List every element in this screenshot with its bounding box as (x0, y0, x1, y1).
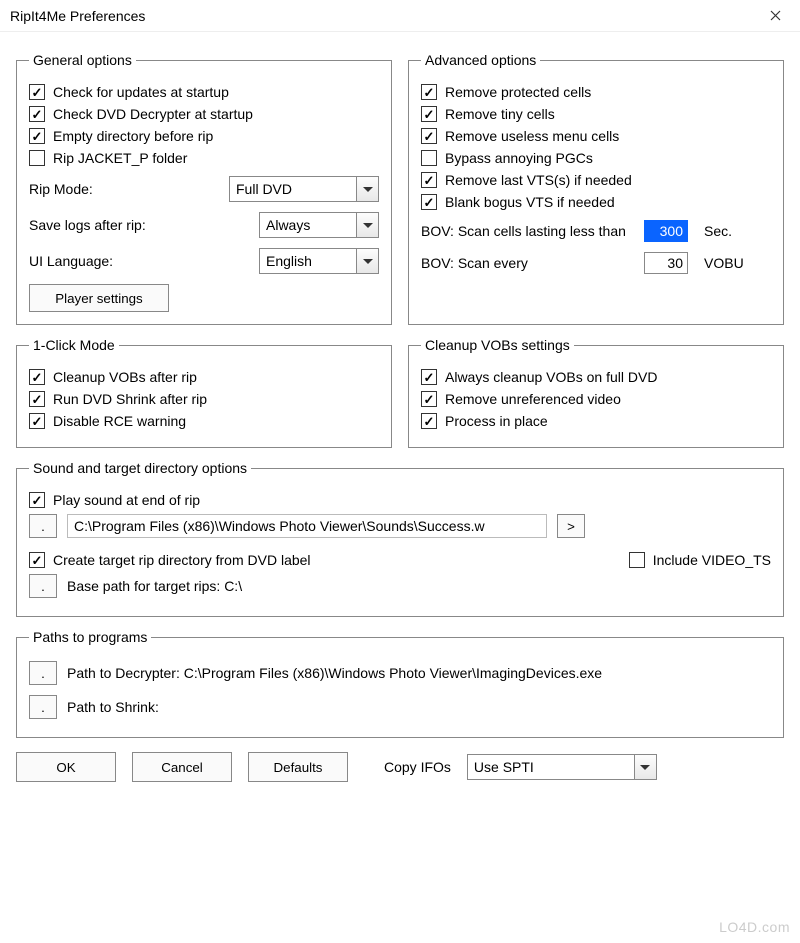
save-logs-value: Always (260, 217, 356, 233)
check-updates-checkbox[interactable] (29, 84, 45, 100)
ui-lang-label: UI Language: (29, 253, 113, 269)
remove-useless-checkbox[interactable] (421, 128, 437, 144)
cleanup-vobs-label[interactable]: Cleanup VOBs after rip (53, 369, 197, 385)
oneclick-legend: 1-Click Mode (29, 337, 119, 353)
play-sound-label[interactable]: Play sound at end of rip (53, 492, 200, 508)
general-group: General options Check for updates at sta… (16, 52, 392, 325)
include-video-ts-label[interactable]: Include VIDEO_TS (653, 552, 771, 568)
remove-useless-label[interactable]: Remove useless menu cells (445, 128, 619, 144)
play-sound-button[interactable]: > (557, 514, 585, 538)
run-shrink-checkbox[interactable] (29, 391, 45, 407)
rip-jacket-checkbox[interactable] (29, 150, 45, 166)
bov-scan-input[interactable] (644, 220, 688, 242)
pick-base-path-button[interactable]: . (29, 574, 57, 598)
bov-every-unit: VOBU (704, 255, 749, 271)
copy-ifos-select[interactable]: Use SPTI (467, 754, 657, 780)
run-shrink-label[interactable]: Run DVD Shrink after rip (53, 391, 207, 407)
remove-unref-checkbox[interactable] (421, 391, 437, 407)
paths-legend: Paths to programs (29, 629, 151, 645)
dropdown-icon (634, 755, 656, 779)
general-legend: General options (29, 52, 136, 68)
defaults-button[interactable]: Defaults (248, 752, 348, 782)
remove-protected-checkbox[interactable] (421, 84, 437, 100)
button-bar: OK Cancel Defaults Copy IFOs Use SPTI (16, 752, 784, 782)
dropdown-icon (356, 213, 378, 237)
bov-scan-unit: Sec. (704, 223, 749, 239)
player-settings-button[interactable]: Player settings (29, 284, 169, 312)
disable-rce-label[interactable]: Disable RCE warning (53, 413, 186, 429)
watermark: LO4D.com (719, 919, 790, 935)
dropdown-icon (356, 249, 378, 273)
window-title: RipIt4Me Preferences (10, 8, 145, 24)
save-logs-select[interactable]: Always (259, 212, 379, 238)
remove-tiny-label[interactable]: Remove tiny cells (445, 106, 555, 122)
bov-every-label: BOV: Scan every (421, 255, 636, 271)
decrypter-path-label: Path to Decrypter: C:\Program Files (x86… (67, 665, 602, 681)
remove-tiny-checkbox[interactable] (421, 106, 437, 122)
blank-bogus-checkbox[interactable] (421, 194, 437, 210)
process-in-place-label[interactable]: Process in place (445, 413, 548, 429)
remove-protected-label[interactable]: Remove protected cells (445, 84, 591, 100)
cleanup-legend: Cleanup VOBs settings (421, 337, 574, 353)
base-path-label: Base path for target rips: C:\ (67, 578, 242, 594)
ok-button[interactable]: OK (16, 752, 116, 782)
pick-decrypter-button[interactable]: . (29, 661, 57, 685)
include-video-ts-checkbox[interactable] (629, 552, 645, 568)
rip-jacket-label[interactable]: Rip JACKET_P folder (53, 150, 187, 166)
pick-sound-button[interactable]: . (29, 514, 57, 538)
copy-ifos-label: Copy IFOs (384, 759, 451, 775)
sound-group: Sound and target directory options Play … (16, 460, 784, 617)
blank-bogus-label[interactable]: Blank bogus VTS if needed (445, 194, 615, 210)
cleanup-group: Cleanup VOBs settings Always cleanup VOB… (408, 337, 784, 448)
close-icon (770, 10, 781, 21)
disable-rce-checkbox[interactable] (29, 413, 45, 429)
paths-group: Paths to programs . Path to Decrypter: C… (16, 629, 784, 738)
bypass-label[interactable]: Bypass annoying PGCs (445, 150, 593, 166)
cancel-button[interactable]: Cancel (132, 752, 232, 782)
create-target-label[interactable]: Create target rip directory from DVD lab… (53, 552, 541, 568)
oneclick-group: 1-Click Mode Cleanup VOBs after rip Run … (16, 337, 392, 448)
close-button[interactable] (752, 1, 798, 31)
dropdown-icon (356, 177, 378, 201)
remove-last-vts-checkbox[interactable] (421, 172, 437, 188)
advanced-legend: Advanced options (421, 52, 540, 68)
sound-legend: Sound and target directory options (29, 460, 251, 476)
ui-lang-value: English (260, 253, 356, 269)
always-cleanup-label[interactable]: Always cleanup VOBs on full DVD (445, 369, 657, 385)
rip-mode-label: Rip Mode: (29, 181, 93, 197)
dialog-content: General options Check for updates at sta… (0, 32, 800, 800)
advanced-group: Advanced options Remove protected cells … (408, 52, 784, 325)
check-decrypter-label[interactable]: Check DVD Decrypter at startup (53, 106, 253, 122)
always-cleanup-checkbox[interactable] (421, 369, 437, 385)
bov-scan-label: BOV: Scan cells lasting less than (421, 223, 636, 239)
pick-shrink-button[interactable]: . (29, 695, 57, 719)
remove-last-vts-label[interactable]: Remove last VTS(s) if needed (445, 172, 632, 188)
copy-ifos-value: Use SPTI (468, 759, 634, 775)
ui-lang-select[interactable]: English (259, 248, 379, 274)
check-updates-label[interactable]: Check for updates at startup (53, 84, 229, 100)
process-in-place-checkbox[interactable] (421, 413, 437, 429)
rip-mode-select[interactable]: Full DVD (229, 176, 379, 202)
cleanup-vobs-checkbox[interactable] (29, 369, 45, 385)
rip-mode-value: Full DVD (230, 181, 356, 197)
check-decrypter-checkbox[interactable] (29, 106, 45, 122)
empty-dir-checkbox[interactable] (29, 128, 45, 144)
play-sound-checkbox[interactable] (29, 492, 45, 508)
create-target-checkbox[interactable] (29, 552, 45, 568)
shrink-path-label: Path to Shrink: (67, 699, 159, 715)
sound-path: C:\Program Files (x86)\Windows Photo Vie… (67, 514, 547, 538)
bypass-checkbox[interactable] (421, 150, 437, 166)
titlebar: RipIt4Me Preferences (0, 0, 800, 32)
bov-every-input[interactable] (644, 252, 688, 274)
empty-dir-label[interactable]: Empty directory before rip (53, 128, 213, 144)
save-logs-label: Save logs after rip: (29, 217, 146, 233)
remove-unref-label[interactable]: Remove unreferenced video (445, 391, 621, 407)
